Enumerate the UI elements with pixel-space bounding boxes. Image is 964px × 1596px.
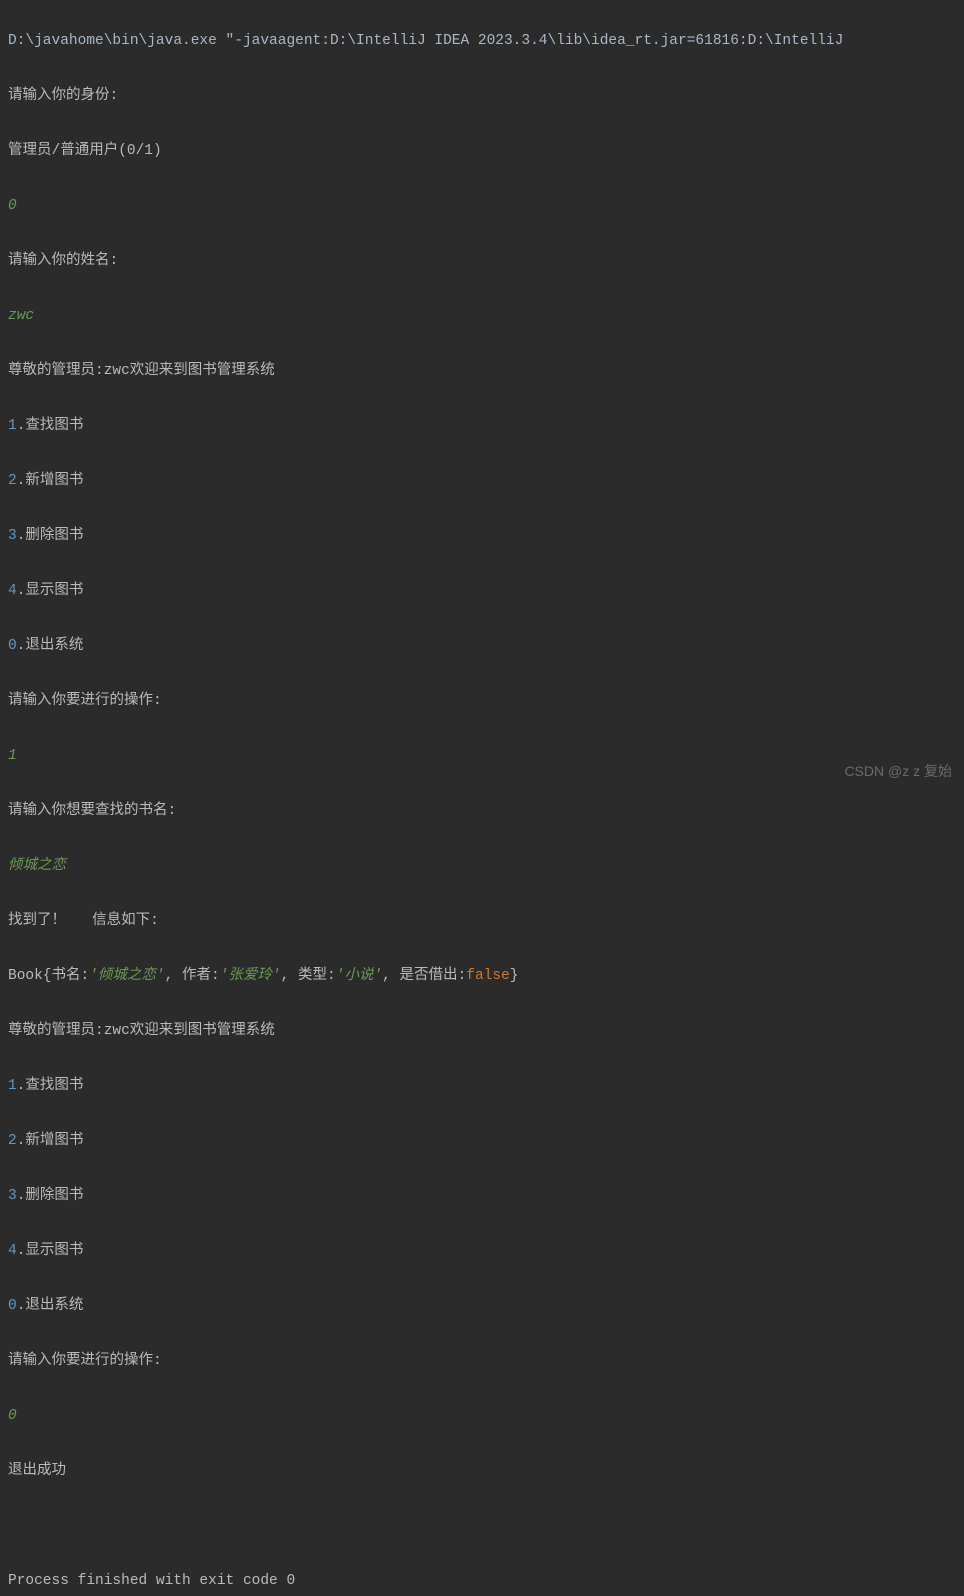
exit-message: 退出成功 (8, 1458, 956, 1486)
welcome-message-2: 尊敬的管理员:zwc欢迎来到图书管理系统 (8, 1018, 956, 1046)
user-input-bookname: 倾城之恋 (8, 853, 956, 881)
menu-item-3b: 3.删除图书 (8, 1183, 956, 1211)
identity-options: 管理员/普通用户(0/1) (8, 138, 956, 166)
found-message: 找到了！ 信息如下: (8, 908, 956, 936)
process-finished: Process finished with exit code 0 (8, 1568, 956, 1596)
prompt-operation-2: 请输入你要进行的操作: (8, 1348, 956, 1376)
watermark: CSDN @z z 复始 (844, 758, 952, 786)
prompt-identity: 请输入你的身份: (8, 83, 956, 111)
user-input-name: zwc (8, 303, 956, 331)
prompt-operation-1: 请输入你要进行的操作: (8, 688, 956, 716)
menu-item-2b: 2.新增图书 (8, 1128, 956, 1156)
user-input-op1: 1 (8, 743, 956, 771)
menu-item-3: 3.删除图书 (8, 523, 956, 551)
prompt-bookname: 请输入你想要查找的书名: (8, 798, 956, 826)
empty-line (8, 1513, 956, 1541)
menu-item-4b: 4.显示图书 (8, 1238, 956, 1266)
welcome-message-1: 尊敬的管理员:zwc欢迎来到图书管理系统 (8, 358, 956, 386)
console-output: D:\javahome\bin\java.exe "-javaagent:D:\… (0, 0, 964, 1596)
menu-item-0b: 0.退出系统 (8, 1293, 956, 1321)
menu-item-0: 0.退出系统 (8, 633, 956, 661)
user-input-op2: 0 (8, 1403, 956, 1431)
command-line: D:\javahome\bin\java.exe "-javaagent:D:\… (8, 28, 956, 56)
user-input-identity: 0 (8, 193, 956, 221)
menu-item-1: 1.查找图书 (8, 413, 956, 441)
book-details: Book{书名:'倾城之恋', 作者:'张爱玲', 类型:'小说', 是否借出:… (8, 963, 956, 991)
menu-item-1b: 1.查找图书 (8, 1073, 956, 1101)
menu-item-4: 4.显示图书 (8, 578, 956, 606)
menu-item-2: 2.新增图书 (8, 468, 956, 496)
prompt-name: 请输入你的姓名: (8, 248, 956, 276)
